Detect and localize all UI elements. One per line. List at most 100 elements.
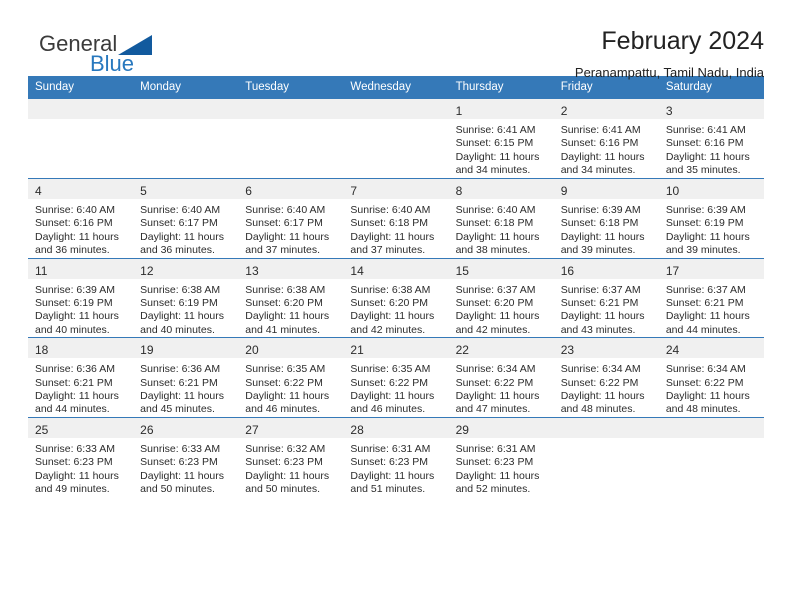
day-number-strip: 13	[238, 258, 344, 279]
daylight-text-line2: and 39 minutes.	[665, 244, 741, 257]
calendar-day-cell[interactable]: 7 Sunrise: 6:40 AM Sunset: 6:18 PM Daylight…	[343, 178, 449, 259]
day-number-strip: 9	[553, 179, 659, 199]
sunrise-text: Sunrise: 6:40 AM	[35, 204, 115, 216]
day-number-strip: 5	[133, 179, 239, 199]
calendar-day-cell[interactable]: 17 Sunrise: 6:37 AM Sunset: 6:21 PM Dayligh…	[658, 257, 764, 338]
daylight-text-line1: Daylight: 11 hours	[350, 310, 435, 323]
calendar-day-cell[interactable]: 14 Sunrise: 6:38 AM Sunset: 6:20 PM Dayligh…	[343, 257, 449, 338]
calendar-day-cell[interactable]: 10 Sunrise: 6:39 AM Sunset: 6:19 PM Dayligh…	[658, 178, 764, 259]
day-number-strip: 8	[448, 179, 554, 199]
daylight-text-line2: and 38 minutes.	[455, 244, 531, 257]
daylight-text-line2: and 44 minutes.	[665, 323, 741, 336]
sunrise-text: Sunrise: 6:35 AM	[350, 363, 431, 376]
sunset-text: Sunset: 6:22 PM	[350, 376, 429, 389]
day-number: 21	[350, 343, 364, 358]
sunset-text: Sunset: 6:20 PM	[350, 297, 429, 310]
calendar-day-cell[interactable]: 21 Sunrise: 6:35 AM Sunset: 6:22 PM Dayligh…	[343, 337, 449, 418]
calendar-day-cell[interactable]: 23 Sunrise: 6:34 AM Sunset: 6:22 PM Dayligh…	[553, 337, 659, 418]
calendar-day-cell[interactable]: 8 Sunrise: 6:40 AM Sunset: 6:18 PM Daylight…	[448, 178, 554, 259]
calendar-day-cell[interactable]: 22 Sunrise: 6:34 AM Sunset: 6:22 PM Dayligh…	[448, 337, 554, 418]
daylight-text-line1: Daylight: 11 hours	[455, 230, 540, 243]
sunset-text: Sunset: 6:18 PM	[350, 217, 429, 230]
calendar-day-cell[interactable]: 25 Sunrise: 6:33 AM Sunset: 6:23 PM Dayligh…	[28, 416, 134, 497]
day-number-strip: 22	[448, 338, 554, 359]
daylight-text-line1: Daylight: 11 hours	[665, 230, 750, 243]
daylight-text-line2: and 52 minutes.	[455, 483, 531, 496]
sunrise-text: Sunrise: 6:32 AM	[245, 442, 326, 455]
day-number: 22	[455, 343, 469, 358]
day-details: Sunrise: 6:41 AM Sunset: 6:16 PM Daylight:…	[554, 119, 659, 178]
calendar-day-cell[interactable]: 24 Sunrise: 6:34 AM Sunset: 6:22 PM Dayligh…	[658, 337, 764, 418]
sunset-text: Sunset: 6:21 PM	[560, 297, 639, 310]
day-number-strip: 20	[238, 338, 344, 359]
day-details: Sunrise: 6:40 AM Sunset: 6:17 PM Daylight:…	[238, 199, 343, 258]
sunrise-text: Sunrise: 6:34 AM	[455, 363, 536, 376]
day-number: 6	[245, 184, 252, 198]
day-number-strip: 1	[448, 99, 554, 119]
daylight-text-line1: Daylight: 11 hours	[560, 390, 645, 403]
daylight-text-line2: and 47 minutes.	[455, 403, 531, 416]
daylight-text-line2: and 35 minutes.	[665, 164, 741, 177]
calendar-day-cell[interactable]: 28 Sunrise: 6:31 AM Sunset: 6:23 PM Dayligh…	[343, 416, 449, 497]
calendar-day-cell[interactable]: 26 Sunrise: 6:33 AM Sunset: 6:23 PM Dayligh…	[133, 416, 239, 497]
sunrise-text: Sunrise: 6:31 AM	[350, 442, 431, 455]
daylight-text-line2: and 34 minutes.	[560, 164, 636, 177]
daylight-text-line2: and 46 minutes.	[350, 403, 426, 416]
calendar-day-cell[interactable]: 12 Sunrise: 6:38 AM Sunset: 6:19 PM Dayligh…	[133, 257, 239, 338]
daylight-text-line1: Daylight: 11 hours	[245, 469, 330, 482]
daylight-text-line2: and 40 minutes.	[35, 323, 110, 336]
day-number: 24	[665, 343, 680, 358]
sunrise-text: Sunrise: 6:36 AM	[35, 363, 115, 376]
day-details: Sunrise: 6:38 AM Sunset: 6:19 PM Daylight:…	[133, 279, 238, 338]
daylight-text-line1: Daylight: 11 hours	[35, 310, 119, 323]
day-details: Sunrise: 6:33 AM Sunset: 6:23 PM Daylight:…	[133, 438, 238, 497]
calendar-day-cell[interactable]: 16 Sunrise: 6:37 AM Sunset: 6:21 PM Dayligh…	[553, 257, 659, 338]
daylight-text-line2: and 37 minutes.	[245, 244, 320, 257]
day-number-strip: 21	[343, 338, 449, 359]
calendar-day-cell[interactable]: 11 Sunrise: 6:39 AM Sunset: 6:19 PM Dayligh…	[28, 257, 134, 338]
sunrise-text: Sunrise: 6:34 AM	[560, 363, 641, 376]
daylight-text-line2: and 50 minutes.	[140, 483, 215, 496]
calendar-day-cell[interactable]: 18 Sunrise: 6:36 AM Sunset: 6:21 PM Dayligh…	[28, 337, 134, 418]
day-number: 5	[140, 184, 147, 198]
day-number: 26	[140, 422, 154, 437]
day-details: Sunrise: 6:37 AM Sunset: 6:21 PM Daylight:…	[554, 279, 659, 338]
day-number-strip: 10	[658, 179, 764, 199]
calendar-day-cell[interactable]: 5 Sunrise: 6:40 AM Sunset: 6:17 PM Daylight…	[133, 178, 239, 259]
sunset-text: Sunset: 6:21 PM	[140, 376, 218, 389]
page-header: General Blue February 2024 Peranampattu,…	[28, 0, 764, 79]
day-details: Sunrise: 6:36 AM Sunset: 6:21 PM Daylight:…	[133, 358, 238, 417]
calendar-day-cell[interactable]: 9 Sunrise: 6:39 AM Sunset: 6:18 PM Daylight…	[553, 178, 659, 259]
sunset-text: Sunset: 6:18 PM	[455, 217, 534, 230]
calendar-day-cell[interactable]: 2 Sunrise: 6:41 AM Sunset: 6:16 PM Daylight…	[553, 98, 659, 179]
calendar-day-cell[interactable]: 4 Sunrise: 6:40 AM Sunset: 6:16 PM Daylight…	[28, 178, 134, 259]
calendar-day-cell[interactable]: 15 Sunrise: 6:37 AM Sunset: 6:20 PM Dayligh…	[448, 257, 554, 338]
daylight-text-line2: and 42 minutes.	[455, 323, 531, 336]
calendar-day-cell[interactable]: 29 Sunrise: 6:31 AM Sunset: 6:23 PM Dayligh…	[448, 416, 554, 497]
sunset-text: Sunset: 6:16 PM	[35, 217, 113, 230]
sunset-text: Sunset: 6:22 PM	[665, 376, 744, 389]
daylight-text-line2: and 36 minutes.	[140, 244, 215, 257]
calendar-day-cell[interactable]: 3 Sunrise: 6:41 AM Sunset: 6:16 PM Daylight…	[658, 98, 764, 179]
calendar-day-cell[interactable]: 6 Sunrise: 6:40 AM Sunset: 6:17 PM Daylight…	[238, 178, 344, 259]
day-details: Sunrise: 6:40 AM Sunset: 6:16 PM Daylight:…	[28, 199, 133, 258]
calendar-day-cell[interactable]: 19 Sunrise: 6:36 AM Sunset: 6:21 PM Dayligh…	[133, 337, 239, 418]
daylight-text-line1: Daylight: 11 hours	[455, 390, 540, 403]
daylight-text-line1: Daylight: 11 hours	[665, 310, 750, 323]
daylight-text-line1: Daylight: 11 hours	[455, 150, 540, 163]
day-details: Sunrise: 6:34 AM Sunset: 6:22 PM Daylight:…	[659, 358, 764, 417]
calendar-week-row: 25 Sunrise: 6:33 AM Sunset: 6:23 PM Dayligh…	[28, 416, 764, 497]
sunset-text: Sunset: 6:21 PM	[665, 297, 744, 310]
calendar-day-cell[interactable]: 13 Sunrise: 6:38 AM Sunset: 6:20 PM Dayligh…	[238, 257, 344, 338]
sunset-text: Sunset: 6:16 PM	[560, 137, 639, 150]
sunrise-text: Sunrise: 6:39 AM	[665, 204, 746, 216]
calendar-week-row: 11 Sunrise: 6:39 AM Sunset: 6:19 PM Dayligh…	[28, 257, 764, 338]
calendar-day-cell[interactable]: 27 Sunrise: 6:32 AM Sunset: 6:23 PM Dayligh…	[238, 416, 344, 497]
calendar-day-cell[interactable]: 1 Sunrise: 6:41 AM Sunset: 6:15 PM Daylight…	[448, 98, 554, 179]
sunrise-text: Sunrise: 6:33 AM	[35, 442, 115, 455]
day-number-strip: 17	[658, 258, 764, 279]
calendar-day-cell-empty	[133, 98, 239, 179]
calendar-day-cell[interactable]: 20 Sunrise: 6:35 AM Sunset: 6:22 PM Dayligh…	[238, 337, 344, 418]
day-details: Sunrise: 6:34 AM Sunset: 6:22 PM Daylight:…	[554, 358, 659, 417]
day-number-strip: 29	[448, 417, 554, 438]
